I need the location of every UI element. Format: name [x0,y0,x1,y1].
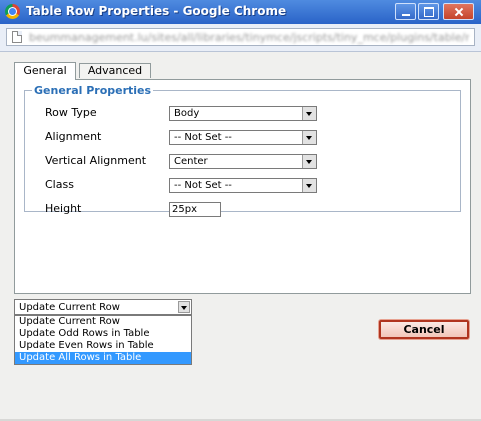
page-icon [12,31,22,43]
alignment-label: Alignment [45,130,102,143]
tab-general[interactable]: General [14,62,76,80]
url-text: beummanagement.lu/sites/all/libraries/ti… [29,31,469,44]
dropdown-option-update-odd-rows[interactable]: Update Odd Rows in Table [15,328,191,340]
general-panel: General Properties Row Type Body Alignme… [14,79,471,294]
class-select[interactable]: -- Not Set -- [169,178,317,193]
alignment-select[interactable]: -- Not Set -- [169,130,317,145]
vertical-alignment-label: Vertical Alignment [45,154,147,167]
row-type-value: Body [174,108,200,119]
dropdown-option-update-current-row[interactable]: Update Current Row [15,316,191,328]
window-title: Table Row Properties - Google Chrome [26,4,287,18]
chevron-down-icon [178,301,190,313]
chrome-logo-icon [5,4,20,19]
update-scope-dropdown: Update Current Row Update Odd Rows in Ta… [14,315,192,365]
update-scope-select[interactable]: Update Current Row [14,299,192,315]
dialog-content: General Advanced General Properties Row … [0,52,481,421]
class-value: -- Not Set -- [174,180,232,191]
vertical-alignment-select[interactable]: Center [169,154,317,169]
row-type-select[interactable]: Body [169,106,317,121]
address-bar: beummanagement.lu/sites/all/libraries/ti… [0,24,481,52]
class-label: Class [45,178,74,191]
minimize-button[interactable] [395,3,416,20]
tab-advanced[interactable]: Advanced [79,63,151,78]
height-input[interactable]: 25px [169,202,221,217]
maximize-icon [419,4,438,19]
update-scope-value: Update Current Row [19,302,120,313]
height-label: Height [45,202,82,215]
alignment-value: -- Not Set -- [174,132,232,143]
cancel-button[interactable]: Cancel [379,320,469,339]
chevron-down-icon [302,107,316,120]
chevron-down-icon [302,155,316,168]
dropdown-option-update-all-rows[interactable]: Update All Rows in Table [15,352,191,364]
minimize-icon [396,4,415,19]
window-titlebar: Table Row Properties - Google Chrome [0,0,481,24]
chevron-down-icon [302,131,316,144]
vertical-alignment-value: Center [174,156,208,167]
row-type-label: Row Type [45,106,97,119]
url-field[interactable]: beummanagement.lu/sites/all/libraries/ti… [6,28,475,46]
fieldset-legend: General Properties [32,84,154,97]
close-icon [444,4,473,19]
close-window-button[interactable] [443,3,474,20]
general-properties-fieldset: General Properties Row Type Body Alignme… [24,84,461,217]
chevron-down-icon [302,179,316,192]
dropdown-option-update-even-rows[interactable]: Update Even Rows in Table [15,340,191,352]
maximize-button[interactable] [418,3,439,20]
